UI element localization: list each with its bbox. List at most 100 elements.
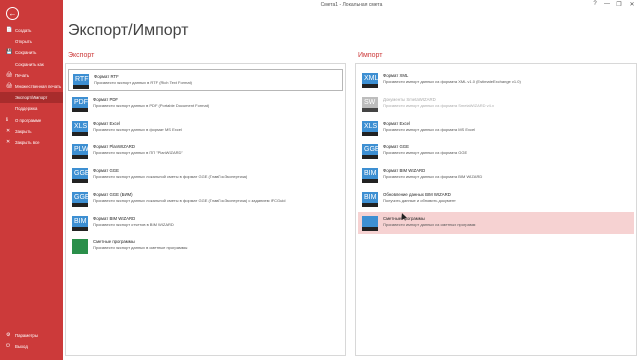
import-excel[interactable]: XLS Формат Excel Произвести импорт данны… [358,117,634,139]
sidebar-item-close[interactable]: ✕ Закрыть [0,126,63,137]
row-title: Формат Excel [93,121,120,126]
bim-update-icon: BIM [362,192,378,207]
export-planwizard[interactable]: PLW Формат PlanWIZARD Произвести экспорт… [68,140,343,162]
row-title: Документы SmetaWIZARD [383,97,436,102]
sidebar-item-label: Создать [15,28,32,33]
gear-icon: ⚙ [6,332,11,339]
xml-file-icon: XML [362,73,378,88]
sidebar-item-save-as[interactable]: Сохранить как [0,59,63,70]
row-title: Формат Excel [383,121,410,126]
row-description: Произвести экспорт данных локальной смет… [93,198,286,203]
sidebar-item-create[interactable]: 📄 Создать [0,25,63,36]
row-title: Формат GGE [93,168,120,173]
sidebar-item-exit[interactable]: ⏻ Выход [0,341,63,352]
gge-file-icon: GGE [362,144,380,159]
icon-badge: BIM [74,218,87,225]
sidebar-item-label: Печать [15,72,30,78]
sidebar-menu: 📄 Создать Открыть 💾 Сохранить Сохранить ка… [0,25,63,148]
page-title: Экспорт/Импорт [68,22,189,39]
row-title: Сметные программы [93,239,135,244]
row-description: Произвести экспорт отчетов в BIM WIZARD [93,222,174,227]
sidebar-item-label: Множественная печать [15,83,62,89]
excel-file-icon: XLS [72,121,88,136]
close-all-icon: ✕ [6,138,11,145]
icon-badge: XLS [74,123,88,130]
row-title: Формат BIM WIZARD [383,168,426,173]
bim-wizard-file-icon: BIM [72,216,88,231]
export-estimate-programs[interactable]: Сметные программы Произвести экспорт дан… [68,235,343,257]
sidebar-item-print[interactable]: 🖨 Печать [0,70,63,81]
icon-badge: XLS [364,123,378,130]
sidebar-item-settings[interactable]: ⚙ Параметры [0,330,63,341]
export-section-title: Экспорт [68,52,95,59]
minimize-icon[interactable]: — [602,1,612,7]
row-description: Произвести импорт данных из формата XML … [383,79,521,84]
sidebar-item-label: Параметры [15,333,38,338]
row-description: Произвести импорт данных из формата GGE [383,150,468,155]
export-gge-bim[interactable]: GGE Формат GGE (БИМ) Произвести экспорт … [68,188,343,210]
sidebar-item-multi-print[interactable]: 🖨 Множественная печать [0,81,63,92]
import-smetawizard[interactable]: SW Документы SmetaWIZARD Произвести импо… [358,93,634,115]
row-description: Произвести импорт данных из формата Smet… [383,103,495,108]
icon-badge: PDF [74,99,88,106]
sidebar-bottom-menu: ⚙ Параметры ⏻ Выход [0,330,63,352]
row-title: Формат GGE (БИМ) [93,192,133,197]
planwizard-file-icon: PLW [72,144,89,159]
row-title: Обновление данных BIM WIZARD [383,192,451,197]
pdf-file-icon: PDF [72,97,88,112]
sidebar-item-close-all[interactable]: ✕ Закрыть все [0,137,63,148]
window-title: Смета1 - Локальная смета [320,2,383,8]
export-bim-wizard[interactable]: BIM Формат BIM WIZARD Произвести экспорт… [68,212,343,234]
title-bar: Смета1 - Локальная смета [63,0,640,12]
close-icon: ✕ [6,127,11,134]
icon-badge: BIM [364,170,377,177]
sidebar-item-label: Экспорт/Импорт [15,95,48,101]
sidebar-item-label: Открыть [15,39,32,45]
estimate-programs-icon [72,239,88,254]
import-bim-wizard-update[interactable]: BIM Обновление данных BIM WIZARD Получит… [358,188,634,210]
sidebar-item-label: Сохранить как [15,61,44,67]
row-description: Произвести экспорт данных локальной смет… [93,174,248,179]
export-gge[interactable]: GGE Формат GGE Произвести экспорт данных… [68,164,343,186]
icon-badge: GGE [74,170,90,177]
export-rtf[interactable]: RTF Формат RTF Произвести экспорт данных… [68,69,343,91]
multi-printer-icon: 🖨 [6,83,13,90]
sidebar-item-save[interactable]: 💾 Сохранить [0,47,63,58]
import-panel: XML Формат XML Произвести импорт данных … [355,63,637,356]
icon-badge: XML [364,75,379,82]
sidebar-item-label: Сохранить [15,50,37,56]
row-description: Произвести импорт данных из формата BIM … [383,174,483,179]
icon-badge: GGE [74,194,90,201]
import-bim-wizard[interactable]: BIM Формат BIM WIZARD Произвести импорт … [358,164,634,186]
icon-badge: RTF [75,76,89,83]
printer-icon: 🖨 [6,71,13,78]
back-button[interactable]: ← [6,7,19,20]
export-excel[interactable]: XLS Формат Excel Произвести экспорт данн… [68,117,343,139]
import-xml[interactable]: XML Формат XML Произвести импорт данных … [358,69,634,91]
row-description: Произвести импорт данных из формата MS E… [383,127,476,132]
export-pdf[interactable]: PDF Формат PDF Произвести экспорт данных… [68,93,343,115]
sidebar-item-open[interactable]: Открыть [0,36,63,47]
row-description: Произвести экспорт данных в формат MS Ex… [93,127,182,132]
row-title: Формат XML [383,73,409,78]
sidebar-item-support[interactable]: Поддержка [0,103,63,114]
support-icon [6,106,12,111]
sidebar-item-about[interactable]: ℹ О программе [0,115,63,126]
sidebar-item-export-import[interactable]: Экспорт/Импорт [0,92,63,104]
sidebar-item-label: Закрыть [15,128,32,134]
icon-badge: BIM [364,194,377,201]
sidebar-item-label: О программе [15,117,42,123]
row-title: Формат PDF [93,97,119,102]
sidebar-item-label: Поддержка [15,106,38,112]
row-title: Формат PlanWIZARD [93,144,136,149]
row-title: Формат BIM WIZARD [93,216,136,221]
restore-icon[interactable]: ❐ [614,1,624,8]
close-window-icon[interactable]: ✕ [627,1,637,8]
new-document-icon: 📄 [6,27,13,34]
backstage-sidebar: ← 📄 Создать Открыть 💾 Сохранить Сохранить … [0,0,63,360]
icon-badge: PLW [74,146,89,153]
import-gge[interactable]: GGE Формат GGE Произвести импорт данных … [358,140,634,162]
row-title: Формат RTF [94,74,119,79]
help-icon[interactable]: ? [590,1,600,7]
smetawizard-file-icon: SW [362,97,378,112]
